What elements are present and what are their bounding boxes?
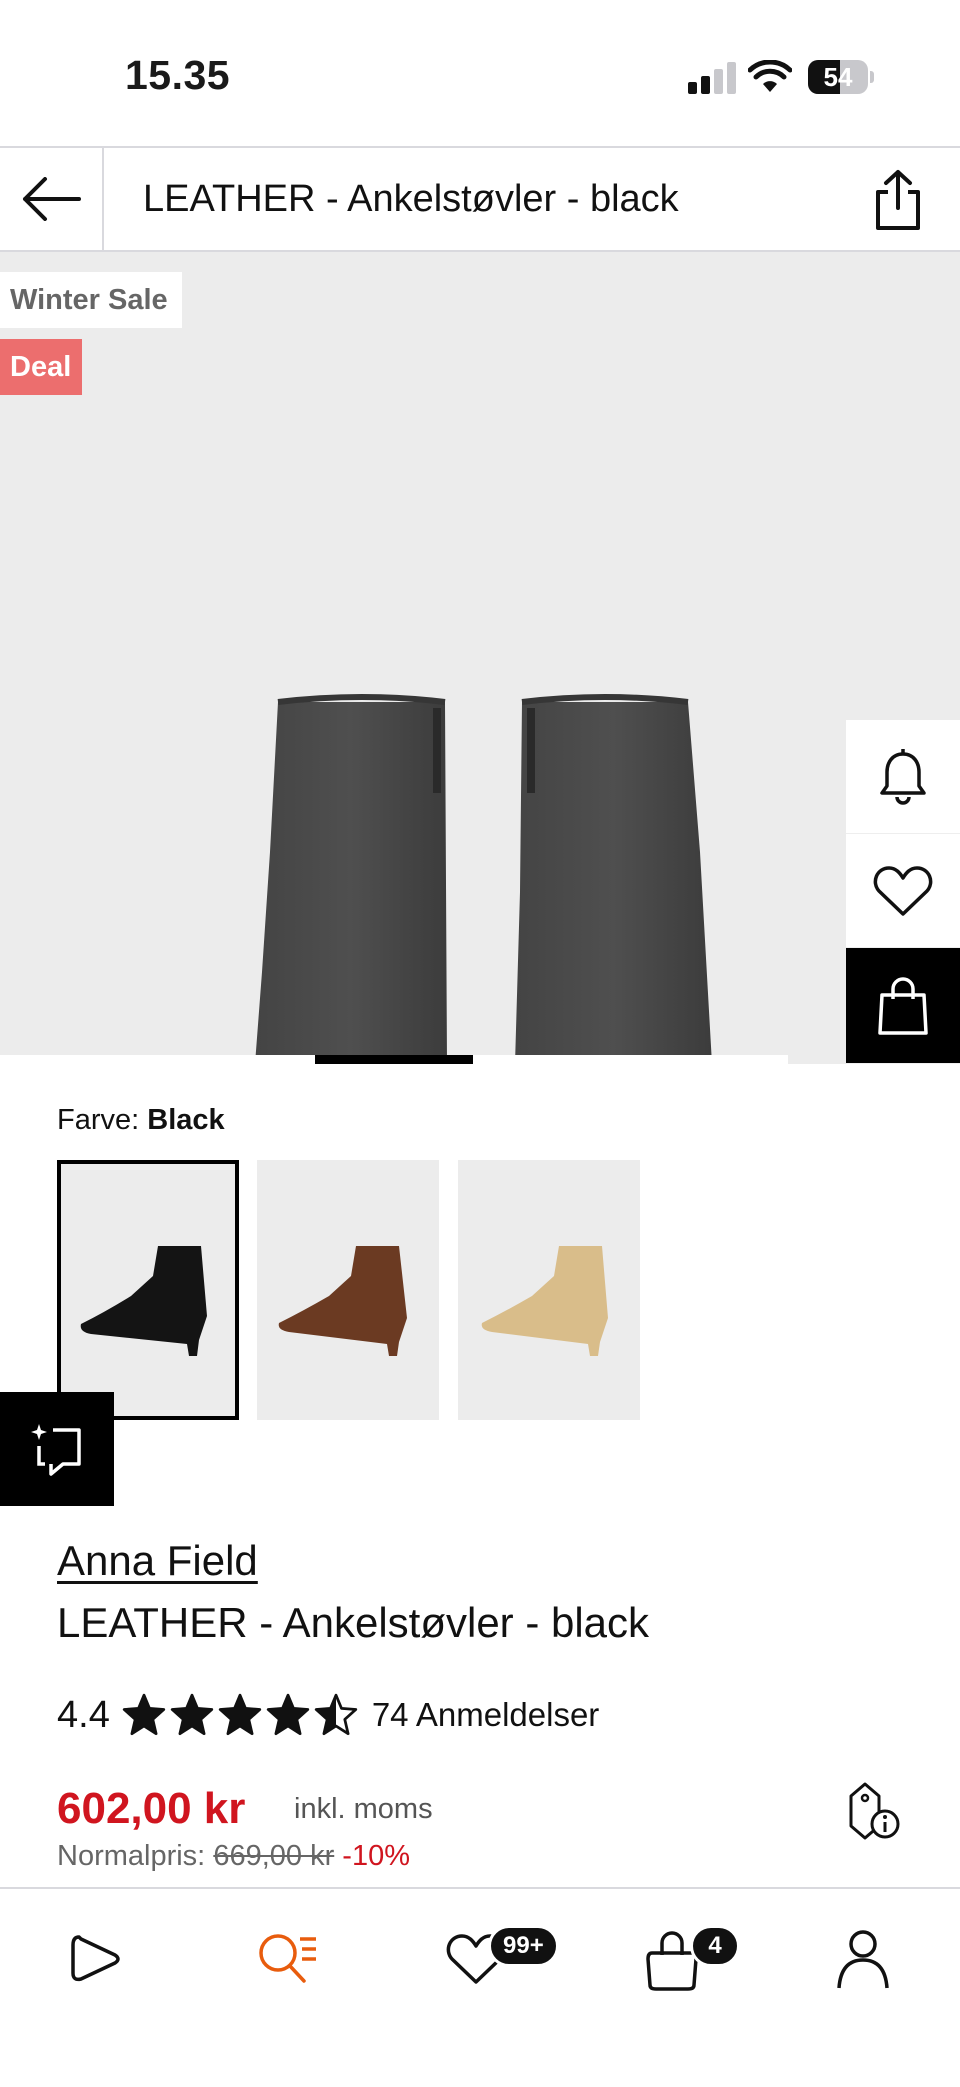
normal-price: Normalpris: 669,00 kr -10% xyxy=(57,1840,410,1873)
battery-icon: 54 xyxy=(808,60,874,94)
star-icon xyxy=(266,1693,310,1736)
profile-icon xyxy=(837,1930,889,1989)
bottom-navigation: 99+ 4 xyxy=(0,1887,960,2087)
color-label: Farve: Black xyxy=(57,1104,225,1137)
product-name: LEATHER - Ankelstøvler - black xyxy=(57,1599,650,1646)
star-icon xyxy=(314,1693,358,1736)
search-list-icon xyxy=(259,1934,316,1983)
back-button[interactable] xyxy=(0,148,104,250)
star-icon xyxy=(170,1693,214,1736)
rating-value: 4.4 xyxy=(57,1693,110,1736)
rating-row[interactable]: 4.4 74 Anmeldelser xyxy=(57,1690,599,1740)
incl-vat-label: inkl. moms xyxy=(294,1793,433,1825)
winter-sale-badge: Winter Sale xyxy=(0,272,182,328)
star-icon xyxy=(218,1693,262,1736)
share-icon xyxy=(876,170,920,230)
color-swatch-black[interactable] xyxy=(57,1160,239,1420)
bell-icon xyxy=(880,748,926,805)
brand-link[interactable]: Anna Field xyxy=(57,1537,258,1585)
wishlist-button[interactable] xyxy=(846,834,960,948)
nav-profile[interactable] xyxy=(823,1919,903,1999)
boot-thumbnail-brown xyxy=(278,1246,407,1356)
status-bar: 15.35 54 xyxy=(0,0,960,148)
star-icon xyxy=(122,1693,166,1736)
compare-button[interactable] xyxy=(0,1392,114,1506)
color-swatch-beige[interactable] xyxy=(458,1160,640,1420)
share-button[interactable] xyxy=(868,168,928,232)
discount-percent: -10% xyxy=(342,1840,410,1872)
compare-sparkle-icon xyxy=(31,1424,81,1476)
shopping-bag-icon xyxy=(878,976,928,1035)
arrow-left-icon xyxy=(23,177,81,221)
original-price: 669,00 kr xyxy=(213,1840,335,1872)
product-header: LEATHER - Ankelstøvler - black xyxy=(0,148,960,252)
cellular-signal-icon xyxy=(688,62,736,94)
play-home-icon xyxy=(71,1935,120,1982)
status-time: 15.35 xyxy=(125,52,231,98)
price-tag-info-icon xyxy=(849,1782,900,1840)
deal-badge: Deal xyxy=(0,339,82,395)
rating-stars xyxy=(122,1693,358,1737)
wishlist-count-badge: 99+ xyxy=(488,1925,559,1967)
page-title: LEATHER - Ankelstøvler - black xyxy=(143,178,679,220)
battery-level: 54 xyxy=(823,62,853,92)
price-info-button[interactable] xyxy=(845,1782,901,1842)
normal-price-label: Normalpris: xyxy=(57,1840,206,1872)
heart-icon xyxy=(873,865,933,916)
wifi-icon xyxy=(748,60,792,92)
side-actions xyxy=(846,720,960,1064)
notify-button[interactable] xyxy=(846,720,960,834)
gallery-progress-indicator xyxy=(315,1055,473,1064)
reviews-link[interactable]: 74 Anmeldelser xyxy=(372,1696,599,1734)
add-to-bag-button[interactable] xyxy=(846,948,960,1064)
boot-thumbnail-beige xyxy=(481,1246,608,1356)
color-label-prefix: Farve: xyxy=(57,1104,140,1136)
nav-search[interactable] xyxy=(248,1919,328,1999)
current-price: 602,00 kr xyxy=(57,1784,246,1833)
selected-color: Black xyxy=(147,1104,225,1136)
boot-thumbnail-black xyxy=(80,1246,207,1356)
product-image-gallery[interactable] xyxy=(0,252,960,1064)
color-swatch-brown[interactable] xyxy=(257,1160,439,1420)
boots-image xyxy=(255,694,712,1064)
nav-home[interactable] xyxy=(55,1919,135,1999)
bag-count-badge: 4 xyxy=(690,1925,740,1967)
